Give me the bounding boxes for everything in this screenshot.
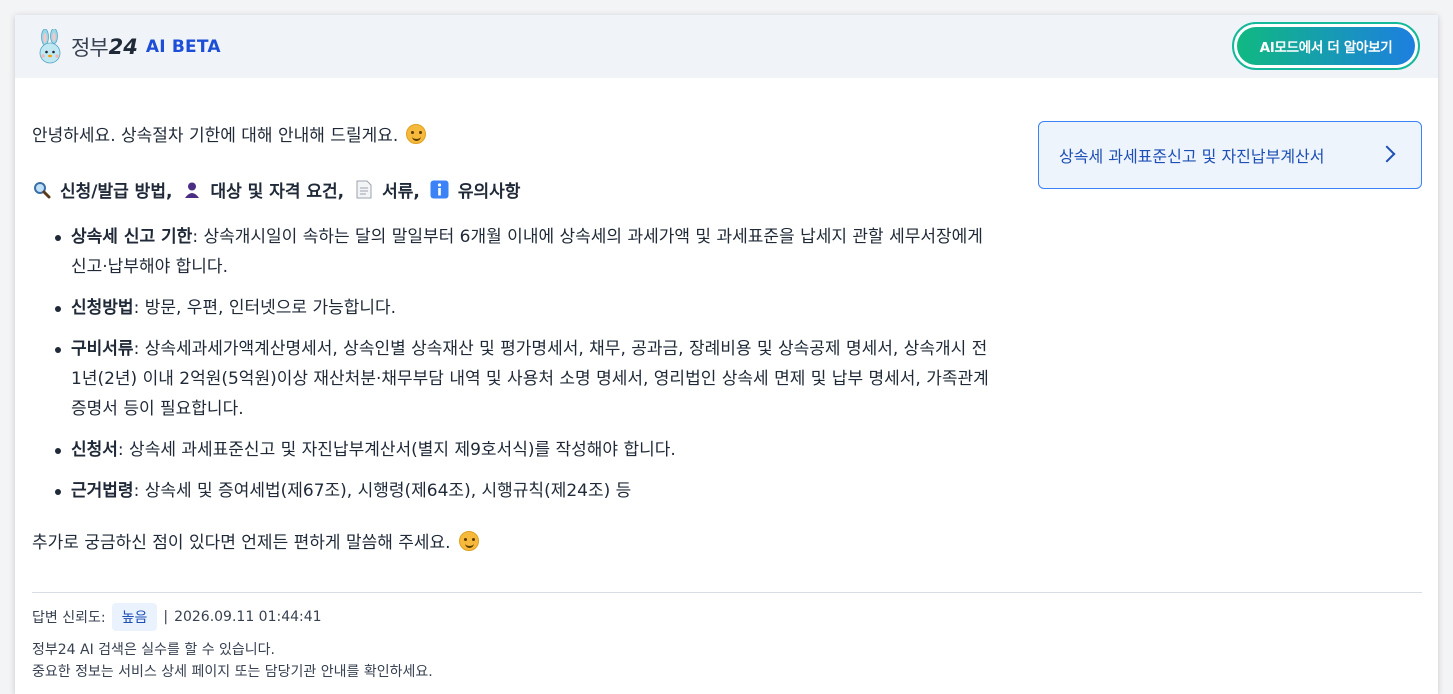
disclaimer-line-2: 중요한 정보는 서비스 상세 페이지 또는 담당기관 안내를 확인하세요. (32, 664, 433, 680)
item-text: : 상속세 과세표준신고 및 자진납부계산서(별지 제9호서식)를 작성해야 합… (117, 440, 676, 460)
category-label: 서류, (382, 182, 420, 202)
item-title: 근거법령 (71, 481, 134, 501)
greeting-text: 안녕하세요. 상속절차 기한에 대해 안내해 드릴게요. (32, 121, 427, 146)
disclaimer: 정부24 AI 검색은 실수를 할 수 있습니다. 중요한 정보는 서비스 상세… (32, 639, 433, 683)
related-service-link[interactable]: 상속세 과세표준신고 및 자진납부계산서 (1038, 121, 1422, 189)
chevron-right-icon (1378, 145, 1396, 163)
ai-answer-card: 정부 24 AI BETA AI모드에서 더 알아보기 안녕하세요. 상속절차 … (15, 15, 1438, 694)
list-item: 구비서류: 상속세과세가액계산명세서, 상속인별 상속재산 및 평가명세서, 채… (55, 334, 995, 424)
category-label: 유의사항 (457, 182, 521, 202)
ai-mode-button-label: AI모드에서 더 알아보기 (1237, 27, 1415, 65)
followup-text: 추가로 궁금하신 점이 있다면 언제든 편하게 말씀해 주세요. (32, 528, 479, 553)
category-eligibility: 대상 및 자격 요건, (182, 177, 344, 202)
category-list: 신청/발급 방법, 대상 및 자격 요건, 서류, 유의사항 (32, 177, 530, 202)
category-notes: 유의사항 (430, 177, 521, 202)
category-label: 대상 및 자격 요건, (210, 182, 345, 202)
timestamp: 2026.09.11 01:44:41 (174, 609, 322, 625)
smile-emoji-icon (458, 531, 479, 551)
followup-message: 추가로 궁금하신 점이 있다면 언제든 편하게 말씀해 주세요. (32, 533, 451, 553)
item-title: 구비서류 (71, 339, 134, 359)
reliability-badge: 높음 (111, 603, 158, 631)
related-service-label: 상속세 과세표준신고 및 자진납부계산서 (1059, 147, 1325, 166)
reliability-label: 답변 신뢰도: (32, 610, 106, 626)
reliability-row: 답변 신뢰도: 높음 | 2026.09.11 01:44:41 (32, 603, 322, 631)
answer-list: 상속세 신고 기한: 상속개시일이 속하는 달의 말일부터 6개월 이내에 상속… (55, 222, 995, 517)
item-text: : 상속개시일이 속하는 달의 말일부터 6개월 이내에 상속세의 과세가액 및… (71, 227, 983, 277)
item-text: : 상속세 및 증여세법(제67조), 시행령(제64조), 시행규칙(제24조… (133, 481, 632, 501)
document-icon (354, 180, 374, 200)
greeting-message: 안녕하세요. 상속절차 기한에 대해 안내해 드릴게요. (32, 126, 399, 146)
separator: | (163, 609, 169, 625)
logo-ai-beta: AI BETA (145, 36, 221, 57)
info-icon (430, 180, 450, 200)
category-apply: 신청/발급 방법, (32, 177, 172, 202)
item-text: : 상속세과세가액계산명세서, 상속인별 상속재산 및 평가명세서, 채무, 공… (71, 339, 989, 419)
disclaimer-line-1: 정부24 AI 검색은 실수를 할 수 있습니다. (32, 642, 275, 658)
logo-text: 정부 (71, 35, 109, 60)
divider (32, 592, 1422, 593)
magnifier-icon (32, 180, 52, 200)
header: 정부 24 AI BETA AI모드에서 더 알아보기 (15, 15, 1438, 78)
list-item: 상속세 신고 기한: 상속개시일이 속하는 달의 말일부터 6개월 이내에 상속… (55, 222, 995, 282)
ai-mode-button[interactable]: AI모드에서 더 알아보기 (1232, 22, 1420, 70)
category-documents: 서류, (354, 177, 420, 202)
item-text: : 방문, 우편, 인터넷으로 가능합니다. (133, 298, 397, 318)
smile-emoji-icon (406, 124, 427, 144)
item-title: 상속세 신고 기한 (71, 227, 193, 247)
rabbit-mascot-icon (39, 28, 61, 63)
gov24-logo: 정부 24 AI BETA (35, 28, 221, 65)
category-label: 신청/발급 방법, (60, 182, 173, 202)
list-item: 근거법령: 상속세 및 증여세법(제67조), 시행령(제64조), 시행규칙(… (55, 476, 995, 506)
list-item: 신청방법: 방문, 우편, 인터넷으로 가능합니다. (55, 293, 995, 323)
list-item: 신청서: 상속세 과세표준신고 및 자진납부계산서(별지 제9호서식)를 작성해… (55, 435, 995, 465)
person-icon (182, 180, 202, 200)
item-title: 신청방법 (71, 298, 134, 318)
logo-number: 24 (108, 34, 138, 59)
item-title: 신청서 (71, 440, 118, 460)
